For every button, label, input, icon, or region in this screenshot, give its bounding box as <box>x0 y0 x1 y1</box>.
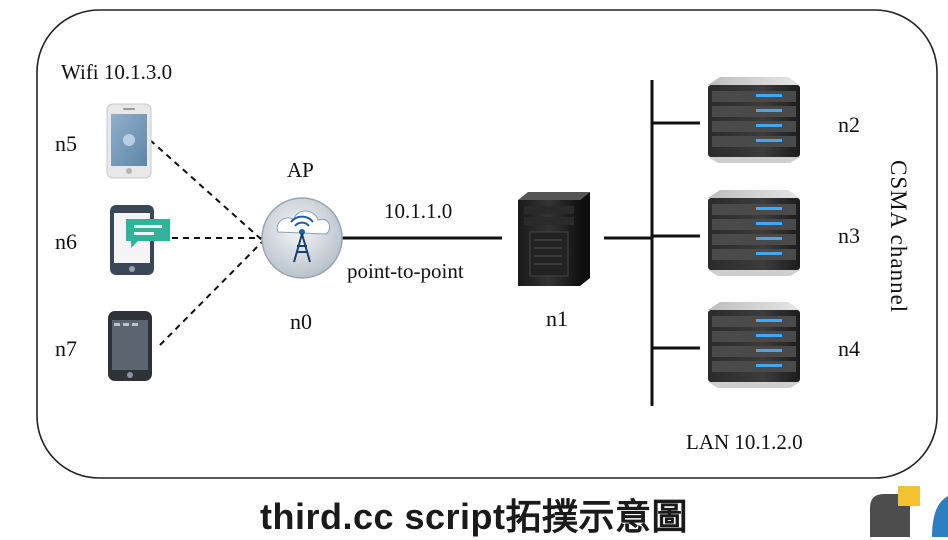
node-label-n4: n4 <box>838 336 860 361</box>
diagram-caption: third.cc script拓撲示意圖 <box>259 496 689 537</box>
csma-channel-label: CSMA channel <box>886 160 911 314</box>
wifi-link-n7 <box>159 241 263 346</box>
p2p-link-label: point-to-point <box>347 259 464 283</box>
node-label-n1: n1 <box>546 306 568 331</box>
lan-network-label: LAN 10.1.2.0 <box>686 430 803 454</box>
wifi-network-label: Wifi 10.1.3.0 <box>61 60 173 84</box>
server-icon <box>708 190 800 276</box>
desktop-tower-icon <box>518 192 590 286</box>
access-point-icon <box>261 197 343 279</box>
server-icon <box>708 302 800 388</box>
phone-icon <box>106 103 152 179</box>
node-label-n2: n2 <box>838 112 860 137</box>
smartphone-icon <box>108 311 152 381</box>
node-label-n6: n6 <box>55 229 77 254</box>
node-label-n7: n7 <box>55 336 77 361</box>
server-icon <box>708 77 800 163</box>
ap-label: AP <box>287 158 314 182</box>
p2p-network-label: 10.1.1.0 <box>384 199 453 223</box>
node-label-n0: n0 <box>290 309 312 334</box>
node-label-n3: n3 <box>838 223 860 248</box>
phone-message-icon <box>110 205 170 275</box>
node-label-n5: n5 <box>55 131 77 156</box>
